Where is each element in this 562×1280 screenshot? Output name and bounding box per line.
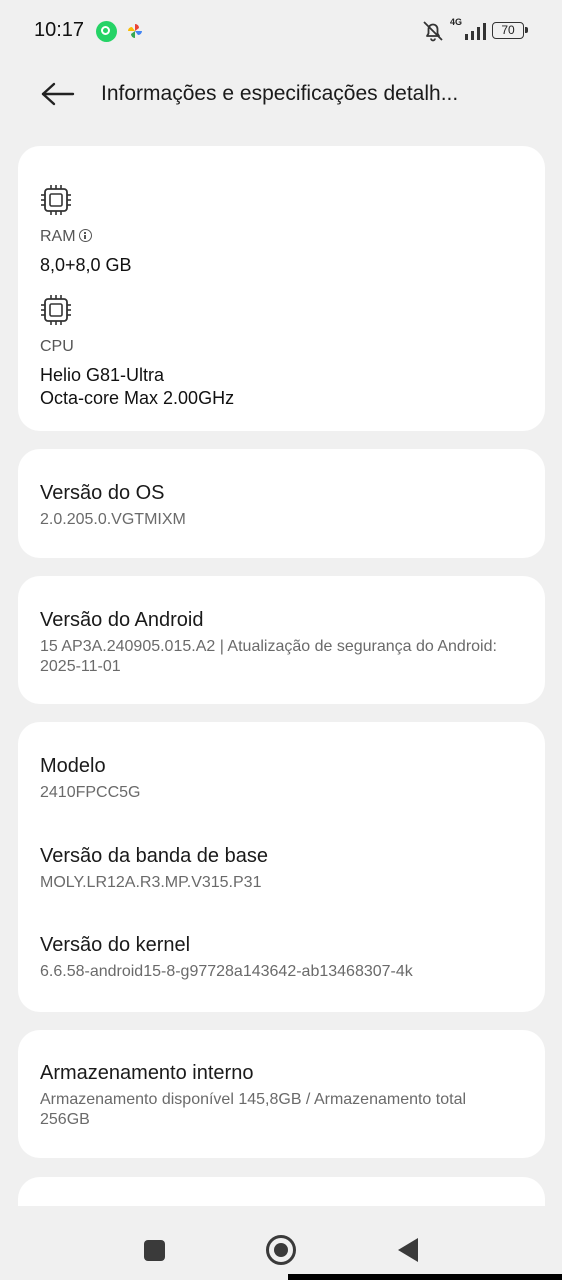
ram-chip-icon (41, 185, 71, 215)
cpu-value-line1: Helio G81-Ultra (40, 365, 165, 385)
status-time: 10:17 (34, 19, 85, 41)
device-info-card: Modelo 2410FPCC5G Versão da banda de bas… (18, 722, 545, 1012)
info-icon[interactable] (78, 229, 92, 242)
specs-card: RAM 8,0+8,0 GB CPU Helio G81-Ultra Octa-… (18, 146, 545, 431)
signal-icon: 4G (450, 17, 490, 41)
back-nav-button[interactable] (384, 1230, 432, 1270)
app-bar: Informações e especificações detalh... (0, 62, 562, 128)
bell-off-icon (423, 21, 443, 42)
ram-label-row: RAM (40, 228, 92, 246)
back-icon (398, 1238, 418, 1262)
model-value: 2410FPCC5G (40, 784, 141, 801)
storage-card[interactable]: Armazenamento interno Armazenamento disp… (18, 1030, 545, 1158)
whatsapp-icon (96, 21, 117, 42)
android-version-card[interactable]: Versão do Android 15 AP3A.240905.015.A2 … (18, 576, 545, 704)
baseband-value: MOLY.LR12A.R3.MP.V315.P31 (40, 874, 262, 891)
pinwheel-icon (128, 24, 142, 38)
recents-icon (143, 1239, 165, 1261)
home-icon (266, 1235, 296, 1265)
cpu-chip-icon (41, 295, 71, 325)
battery-level: 70 (501, 23, 515, 37)
ram-value: 8,0+8,0 GB (40, 255, 132, 275)
page-title: Informações e especificações detalh... (101, 82, 459, 105)
back-button[interactable] (30, 74, 86, 114)
arrow-left-icon (41, 82, 75, 106)
model-title: Modelo (40, 755, 106, 777)
kernel-title: Versão do kernel (40, 934, 191, 956)
os-version-title: Versão do OS (40, 482, 165, 504)
ram-label: RAM (40, 228, 76, 245)
battery-icon: 70 (492, 22, 528, 39)
gesture-bar (288, 1274, 562, 1280)
home-button[interactable] (257, 1230, 305, 1270)
storage-value: Armazenamento disponível 145,8GB / Armaz… (40, 1091, 467, 1128)
navigation-bar (0, 1206, 562, 1280)
baseband-title: Versão da banda de base (40, 845, 268, 867)
network-type: 4G (450, 17, 463, 27)
cpu-value-line2: Octa-core Max 2.00GHz (40, 388, 235, 408)
os-version-card[interactable]: Versão do OS 2.0.205.0.VGTMIXM (18, 449, 545, 558)
recents-button[interactable] (130, 1230, 178, 1270)
status-bar: 10:17 4G 70 (0, 0, 562, 62)
storage-title: Armazenamento interno (40, 1062, 254, 1084)
os-version-value: 2.0.205.0.VGTMIXM (40, 511, 186, 528)
android-version-value: 15 AP3A.240905.015.A2 | Atualização de s… (40, 638, 497, 675)
kernel-value: 6.6.58-android15-8-g97728a143642-ab13468… (40, 963, 413, 980)
cpu-label: CPU (40, 338, 74, 355)
android-version-title: Versão do Android (40, 609, 204, 631)
